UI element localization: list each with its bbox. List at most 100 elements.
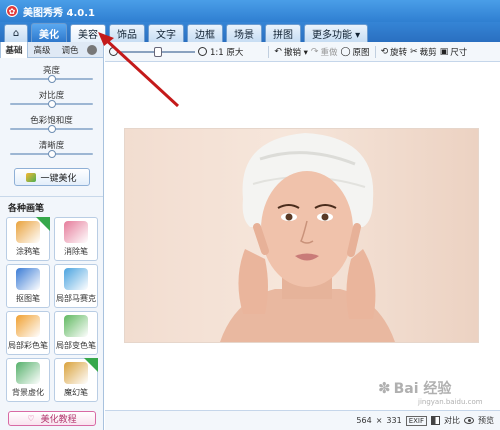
rotate-label: 旋转: [390, 47, 408, 58]
tab-beautify[interactable]: 美化: [31, 23, 67, 42]
slider-knob[interactable]: [47, 125, 56, 133]
portrait-illustration: [220, 133, 395, 342]
image-height: 331: [386, 416, 402, 425]
brush-label: 局部彩色笔: [8, 341, 48, 350]
tab-accessories[interactable]: 饰品: [109, 24, 145, 42]
crop-label: 裁剪: [419, 47, 437, 58]
exif-badge[interactable]: EXIF: [405, 415, 427, 426]
brush-button[interactable]: 魔幻笔: [54, 358, 98, 402]
brightness-slider[interactable]: [10, 75, 93, 83]
brush-button[interactable]: 局部变色笔: [54, 311, 98, 355]
original-icon: ◯: [340, 46, 351, 57]
sharpness-label: 清晰度: [38, 141, 65, 151]
brush-section-title: 各种画笔: [8, 204, 45, 214]
undo-label: 撤销 ▾: [283, 47, 308, 58]
brush-button[interactable]: 涂鸦笔: [6, 217, 50, 261]
image-canvas[interactable]: [105, 62, 500, 410]
home-icon: ⌂: [12, 28, 20, 39]
subtab-color[interactable]: 调色: [56, 42, 84, 58]
brush-label: 局部变色笔: [56, 341, 96, 350]
separator: [268, 45, 270, 58]
tab-more-features[interactable]: 更多功能 ▾: [304, 24, 369, 42]
zoom-slider[interactable]: [121, 46, 195, 57]
zoom-knob[interactable]: [154, 46, 162, 57]
tab-beauty[interactable]: 美容: [70, 24, 106, 42]
saturation-label: 色彩饱和度: [30, 116, 73, 126]
brush-button[interactable]: 抠图笔: [6, 264, 50, 308]
watermark-text: Bai 经验: [393, 381, 452, 397]
adjust-subtabs: 基础 高级 调色: [0, 42, 103, 58]
slider-knob[interactable]: [47, 75, 56, 83]
brush-icon: [16, 315, 40, 337]
adjust-sliders: 亮度 对比度 色彩饱和度 清晰度: [0, 64, 103, 158]
watermark-sub: jingyan.baidu.com: [418, 398, 483, 406]
tab-text[interactable]: 文字: [148, 24, 184, 42]
main-tab-bar: ⌂ 美化 美容 饰品 文字 边框 场景 拼图 更多功能 ▾: [0, 22, 500, 42]
redo-label: 重做: [320, 47, 338, 58]
brush-button[interactable]: 局部马赛克: [54, 264, 98, 308]
brush-button[interactable]: 背景虚化: [6, 358, 50, 402]
subtab-basic[interactable]: 基础: [0, 42, 28, 58]
tab-frames[interactable]: 边框: [187, 24, 223, 42]
resize-label: 尺寸: [450, 47, 468, 58]
brush-button[interactable]: 局部彩色笔: [6, 311, 50, 355]
rotate-icon: ⟲: [380, 46, 389, 57]
rotate-button[interactable]: ⟲ 旋转: [381, 46, 408, 58]
image-toolbar: 1:1 原大 ↶ 撤销 ▾ ↷ 重做 ◯ 原图 ⟲ 旋转 ✂ 裁剪 ▣ 尺寸: [105, 42, 500, 62]
contrast-label: 对比度: [38, 91, 65, 101]
tab-collage[interactable]: 拼图: [265, 24, 301, 42]
brush-label: 局部马赛克: [56, 294, 96, 303]
actual-size-button[interactable]: 1:1 原大: [210, 46, 243, 58]
title-bar: ✿ 美图秀秀 4.0.1: [0, 0, 500, 22]
redo-button[interactable]: ↷ 重做: [311, 46, 338, 58]
preview-icon: [464, 417, 474, 424]
slider-knob[interactable]: [47, 100, 56, 108]
brush-icon: [16, 268, 40, 290]
auto-beautify-label: 一键美化: [40, 173, 77, 184]
brush-icon: [64, 221, 88, 243]
brush-grid: 涂鸦笔 消除笔抠图笔 局部马赛克局部彩色笔 局部变色笔背景虚化 魔幻笔: [0, 217, 103, 402]
magic-icon: [26, 172, 37, 182]
heart-icon: ♡: [27, 414, 35, 423]
portrait-photo: [125, 129, 478, 342]
subtab-advanced[interactable]: 高级: [28, 42, 56, 58]
brightness-label: 亮度: [42, 66, 60, 76]
brush-label: 涂鸦笔: [16, 247, 40, 256]
tab-scenes[interactable]: 场景: [226, 24, 262, 42]
compare-button[interactable]: 对比: [444, 415, 460, 426]
crop-button[interactable]: ✂ 裁剪: [410, 46, 437, 58]
zoom-out-icon[interactable]: [109, 47, 118, 56]
paw-icon: ✽: [378, 379, 391, 397]
auto-beautify-button[interactable]: 一键美化: [13, 168, 90, 186]
contrast-slider[interactable]: [10, 100, 93, 108]
brush-label: 魔幻笔: [64, 388, 88, 397]
tab-home[interactable]: ⌂: [4, 24, 28, 42]
compare-icon: [431, 416, 440, 425]
brush-icon: [64, 315, 88, 337]
watermark: ✽ Bai 经验 jingyan.baidu.com: [378, 378, 483, 406]
undo-button[interactable]: ↶ 撤销 ▾: [274, 46, 308, 58]
tutorial-button[interactable]: ♡ 美化教程: [8, 411, 96, 426]
original-button[interactable]: ◯ 原图: [340, 46, 369, 58]
zoom-in-icon[interactable]: [198, 47, 207, 56]
app-window: ✿ 美图秀秀 4.0.1 ⌂ 美化 美容 饰品 文字 边框 场景 拼图 更多功能…: [0, 0, 500, 430]
left-panel: 基础 高级 调色 亮度 对比度 色彩饱和度 清晰度 一键美化 各种画笔 涂鸦笔 消…: [0, 42, 104, 430]
preview-button[interactable]: 预览: [478, 415, 494, 426]
window-title: 美图秀秀 4.0.1: [23, 7, 95, 19]
slider-knob[interactable]: [47, 150, 56, 158]
settings-icon[interactable]: [87, 45, 97, 55]
crop-icon: ✂: [410, 46, 418, 57]
redo-icon: ↷: [310, 46, 319, 57]
original-label: 原图: [352, 47, 370, 58]
brush-label: 背景虚化: [12, 388, 44, 397]
brush-section: 各种画笔 涂鸦笔 消除笔抠图笔 局部马赛克局部彩色笔 局部变色笔背景虚化 魔幻笔: [0, 196, 103, 402]
new-badge: [84, 358, 98, 372]
brush-label: 抠图笔: [16, 294, 40, 303]
dimension-separator: ×: [375, 416, 383, 425]
brush-button[interactable]: 消除笔: [54, 217, 98, 261]
brush-icon: [64, 268, 88, 290]
sharpness-slider[interactable]: [10, 150, 93, 158]
resize-button[interactable]: ▣ 尺寸: [440, 46, 468, 58]
brush-icon: [16, 362, 40, 384]
saturation-slider[interactable]: [10, 125, 93, 133]
